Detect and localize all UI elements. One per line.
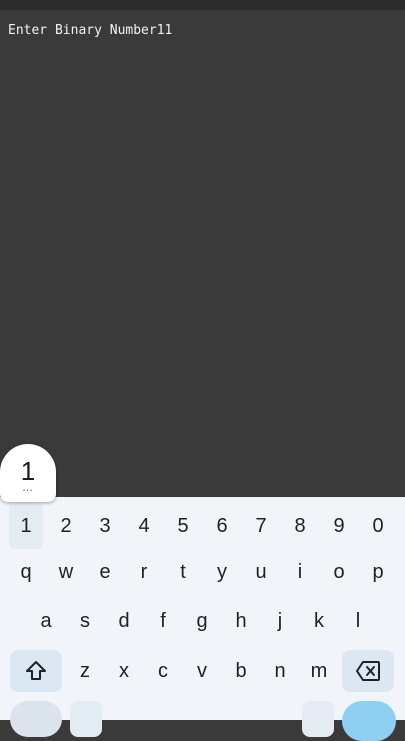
letter-row-3: z x c v b n m: [0, 648, 405, 694]
key-j[interactable]: j: [263, 598, 297, 644]
key-n[interactable]: n: [263, 648, 297, 694]
key-q[interactable]: q: [9, 549, 43, 595]
key-1[interactable]: 1: [9, 503, 43, 549]
shift-icon: [24, 659, 48, 683]
key-4[interactable]: 4: [127, 503, 161, 549]
key-m[interactable]: m: [302, 648, 336, 694]
key-9[interactable]: 9: [322, 503, 356, 549]
key-3[interactable]: 3: [88, 503, 122, 549]
enter-key[interactable]: [342, 701, 396, 741]
key-x[interactable]: x: [107, 648, 141, 694]
key-i[interactable]: i: [283, 549, 317, 595]
backspace-icon: [355, 660, 381, 682]
key-preview-popup: 1 …: [0, 444, 56, 502]
backspace-key[interactable]: [342, 650, 394, 692]
key-y[interactable]: y: [205, 549, 239, 595]
key-8[interactable]: 8: [283, 503, 317, 549]
key-2[interactable]: 2: [49, 503, 83, 549]
number-row: 1 2 3 4 5 6 7 8 9 0: [0, 503, 405, 549]
prompt-line: Enter Binary Number11: [8, 23, 173, 38]
key-w[interactable]: w: [49, 549, 83, 595]
key-z[interactable]: z: [68, 648, 102, 694]
key-t[interactable]: t: [166, 549, 200, 595]
key-r[interactable]: r: [127, 549, 161, 595]
period-key[interactable]: [302, 701, 334, 737]
soft-keyboard: 1 2 3 4 5 6 7 8 9 0 q w e r t y u i o p …: [0, 497, 405, 741]
key-7[interactable]: 7: [244, 503, 278, 549]
status-bar: [0, 0, 405, 10]
key-o[interactable]: o: [322, 549, 356, 595]
letter-row-1: q w e r t y u i o p: [0, 549, 405, 595]
more-options-icon: …: [22, 482, 34, 494]
symbols-key[interactable]: [10, 701, 62, 737]
key-g[interactable]: g: [185, 598, 219, 644]
shift-key[interactable]: [10, 650, 62, 692]
key-c[interactable]: c: [146, 648, 180, 694]
key-0[interactable]: 0: [361, 503, 395, 549]
key-e[interactable]: e: [88, 549, 122, 595]
key-h[interactable]: h: [224, 598, 258, 644]
key-l[interactable]: l: [341, 598, 375, 644]
key-a[interactable]: a: [29, 598, 63, 644]
key-5[interactable]: 5: [166, 503, 200, 549]
comma-key[interactable]: [70, 701, 102, 737]
key-d[interactable]: d: [107, 598, 141, 644]
key-f[interactable]: f: [146, 598, 180, 644]
letter-row-2: a s d f g h j k l: [0, 598, 405, 644]
terminal-output[interactable]: Enter Binary Number11: [0, 10, 405, 497]
key-v[interactable]: v: [185, 648, 219, 694]
key-k[interactable]: k: [302, 598, 336, 644]
key-s[interactable]: s: [68, 598, 102, 644]
key-p[interactable]: p: [361, 549, 395, 595]
key-6[interactable]: 6: [205, 503, 239, 549]
key-b[interactable]: b: [224, 648, 258, 694]
key-u[interactable]: u: [244, 549, 278, 595]
